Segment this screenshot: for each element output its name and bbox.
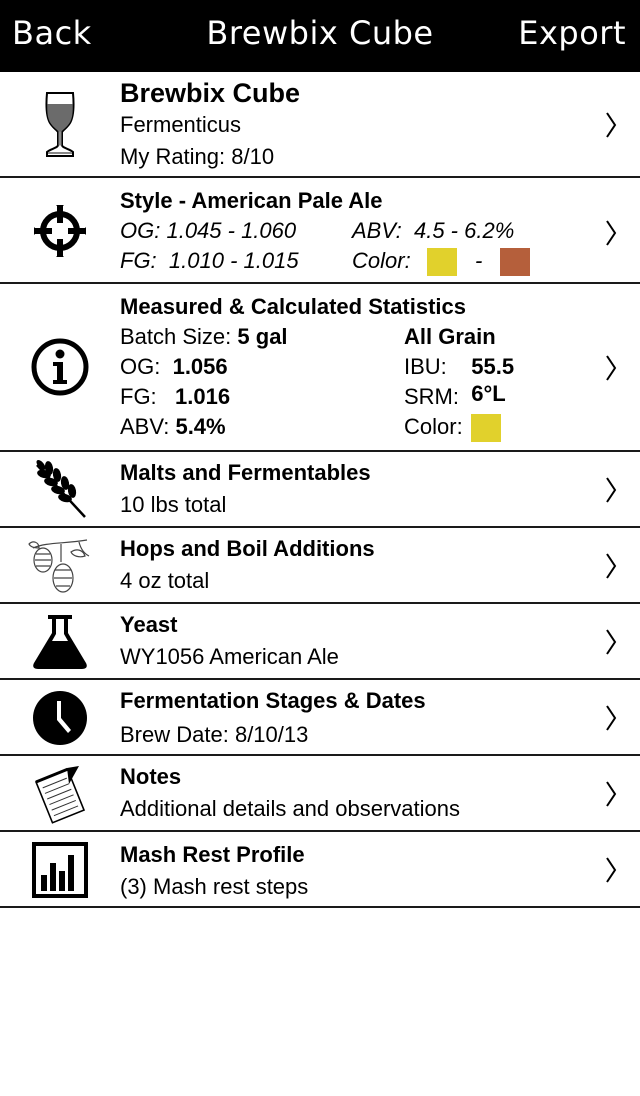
style-fg-range: 1.010 - 1.015 [168, 248, 299, 273]
malts-row[interactable]: Malts and Fermentables 10 lbs total [0, 452, 640, 528]
chevron-right-icon [606, 220, 617, 246]
stats-ibu-label: IBU: [404, 354, 447, 379]
style-heading: Style - American Pale Ale [120, 188, 383, 213]
recipe-name: Brewbix Cube [120, 78, 301, 108]
stats-og-label: OG: [120, 354, 161, 379]
brew-date: Brew Date: 8/10/13 [120, 722, 308, 748]
recipe-row[interactable]: Brewbix Cube Fermenticus My Rating: 8/10 [0, 72, 640, 178]
chevron-right-icon [606, 553, 617, 579]
yeast-row[interactable]: Yeast WY1056 American Ale [0, 604, 640, 680]
hops-icon [20, 534, 100, 598]
wheat-icon [20, 458, 100, 522]
batch-size-value: 5 gal [237, 324, 288, 349]
brew-date-label: Brew Date: [120, 722, 229, 747]
stats-abv: ABV: 5.4% [120, 414, 226, 440]
back-button[interactable]: Back [12, 14, 92, 52]
malts-detail: 10 lbs total [120, 492, 227, 517]
stats-ibu-value: 55.5 [471, 354, 515, 379]
stats-abv-value: 5.4% [175, 414, 226, 439]
stats-fg-label: FG: [120, 384, 157, 409]
style-fg: FG: 1.010 - 1.015 [120, 248, 299, 274]
stats-fg-value: 1.016 [175, 384, 231, 409]
clock-icon [20, 686, 100, 750]
notes-heading: Notes [120, 764, 182, 789]
style-abv: ABV: 4.5 - 6.2% [352, 218, 514, 244]
glass-icon [20, 84, 100, 166]
yeast-detail: WY1056 American Ale [120, 644, 339, 669]
stats-fg: FG: 1.016 [120, 384, 230, 410]
notes-row[interactable]: Notes Additional details and observation… [0, 756, 640, 832]
style-color-low-swatch [426, 248, 457, 277]
style-og: OG: 1.045 - 1.060 [120, 218, 296, 244]
chevron-right-icon [606, 477, 617, 503]
flask-icon [20, 610, 100, 674]
chevron-right-icon [606, 781, 617, 807]
style-color: Color: - [352, 248, 531, 277]
style-color-label: Color: [352, 248, 411, 273]
stats-srm-label: SRM: [404, 384, 459, 409]
chevron-right-icon [606, 629, 617, 655]
notes-detail: Additional details and observations [120, 796, 461, 821]
chevron-right-icon [606, 857, 617, 883]
fermentation-heading: Fermentation Stages & Dates [120, 688, 426, 713]
style-row[interactable]: Style - American Pale Ale OG: 1.045 - 1.… [0, 178, 640, 284]
brewer-name: Fermenticus [120, 112, 242, 137]
mash-row[interactable]: Mash Rest Profile (3) Mash rest steps [0, 832, 640, 908]
statistics-row[interactable]: Measured & Calculated Statistics Batch S… [0, 284, 640, 452]
brew-method: All Grain [404, 324, 496, 349]
stats-og: OG: 1.056 [120, 354, 228, 380]
notepad-icon [20, 762, 100, 826]
hops-heading: Hops and Boil Additions [120, 536, 375, 561]
batch-size-label: Batch Size: [120, 324, 232, 349]
bar-chart-icon [20, 838, 100, 902]
hops-row[interactable]: Hops and Boil Additions 4 oz total [0, 528, 640, 604]
stats-color-label: Color: [404, 414, 463, 439]
style-abv-label: ABV: [352, 218, 402, 243]
export-button[interactable]: Export [518, 14, 626, 52]
style-color-high-swatch [500, 248, 531, 277]
yeast-heading: Yeast [120, 612, 178, 637]
navigation-bar: Back Brewbix Cube Export [0, 0, 640, 72]
mash-detail: (3) Mash rest steps [120, 874, 309, 899]
info-icon [20, 326, 100, 408]
style-abv-range: 4.5 - 6.2% [413, 218, 515, 243]
rating-value: 8/10 [231, 144, 275, 169]
chevron-right-icon [606, 355, 617, 381]
stats-color: Color: [404, 414, 501, 443]
chevron-right-icon [606, 705, 617, 731]
hops-detail: 4 oz total [120, 568, 210, 593]
stats-srm-value: 6°L [471, 381, 506, 406]
brew-date-value: 8/10/13 [234, 722, 309, 747]
fermentation-row[interactable]: Fermentation Stages & Dates Brew Date: 8… [0, 680, 640, 756]
stats-color-swatch [470, 414, 501, 443]
mash-heading: Mash Rest Profile [120, 842, 305, 867]
stats-og-value: 1.056 [172, 354, 228, 379]
stats-heading: Measured & Calculated Statistics [120, 294, 467, 319]
rating-label: My Rating: [120, 144, 226, 169]
stats-abv-label: ABV: [120, 414, 170, 439]
malts-heading: Malts and Fermentables [120, 460, 371, 485]
batch-size: Batch Size: 5 gal [120, 324, 288, 350]
stats-srm: SRM: 6°L [404, 381, 506, 410]
style-og-label: OG: [120, 218, 161, 243]
chevron-right-icon [606, 112, 617, 138]
style-og-range: 1.045 - 1.060 [166, 218, 297, 243]
style-color-sep: - [474, 248, 483, 273]
stats-ibu: IBU: 55.5 [404, 354, 514, 380]
style-fg-label: FG: [120, 248, 157, 273]
crosshair-icon [20, 190, 100, 272]
rating: My Rating: 8/10 [120, 144, 274, 170]
